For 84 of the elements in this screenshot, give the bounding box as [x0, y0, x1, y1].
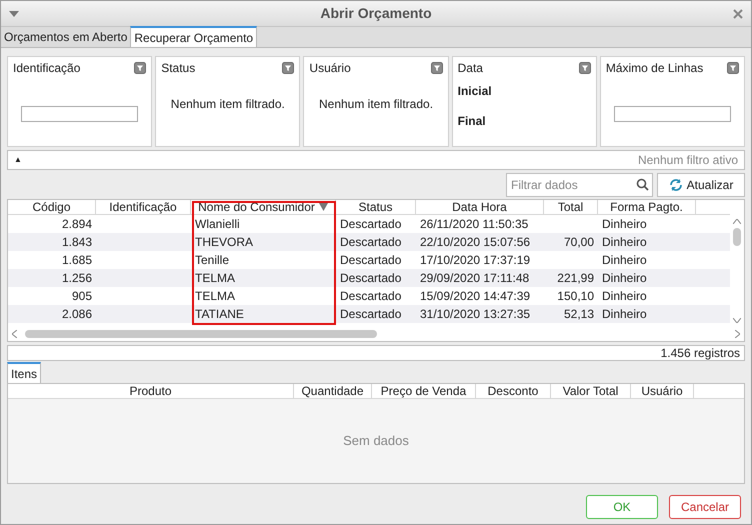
- table-cell: 1.843: [62, 235, 92, 249]
- table-cell: TELMA: [195, 271, 236, 285]
- table-cell: Descartado: [340, 217, 402, 231]
- table-cell: 2.894: [62, 217, 92, 231]
- table-cell: TATIANE: [195, 307, 244, 321]
- table-cell: 26/11/2020 11:50:35: [420, 217, 528, 231]
- close-icon[interactable]: [733, 8, 743, 18]
- date-label: Final: [458, 113, 487, 130]
- filter-title: Usuário: [309, 60, 351, 77]
- filter-icon[interactable]: [134, 62, 146, 74]
- search-field[interactable]: Filtrar dados: [506, 173, 653, 197]
- column-header[interactable]: Nome do Consumidor: [191, 200, 336, 214]
- filter-icon[interactable]: [430, 62, 443, 74]
- table-cell: Descartado: [340, 235, 402, 249]
- scrollbar-thumb[interactable]: [733, 228, 741, 246]
- column-header[interactable]: Total: [544, 200, 598, 214]
- table-cell: 17/10/2020 17:37:19: [420, 253, 530, 267]
- column-header[interactable]: Valor Total: [551, 384, 631, 398]
- record-count: 1.456 registros: [660, 345, 740, 362]
- column-header[interactable]: Status: [336, 200, 416, 214]
- search-icon[interactable]: [636, 178, 649, 191]
- table-cell: Dinheiro: [602, 253, 647, 267]
- date-label: Inicial: [458, 83, 493, 100]
- filter-icon[interactable]: [578, 62, 591, 74]
- column-header[interactable]: Usuário: [631, 384, 694, 398]
- table-cell: TELMA: [195, 289, 236, 303]
- menu-caret-icon[interactable]: [9, 10, 19, 16]
- tab[interactable]: Recuperar Orçamento: [130, 26, 258, 47]
- table-cell: 150,10: [557, 289, 594, 303]
- column-header[interactable]: Identificação: [96, 200, 191, 214]
- filter-icon[interactable]: [727, 62, 740, 74]
- column-header[interactable]: Quantidade: [294, 384, 372, 398]
- table-cell: 221,99: [557, 271, 594, 285]
- scroll-left-icon[interactable]: [12, 330, 17, 338]
- column-header[interactable]: Preço de Venda: [372, 384, 476, 398]
- column-header[interactable]: Forma Pagto.: [598, 200, 696, 214]
- scroll-down-icon[interactable]: [733, 318, 741, 323]
- table-cell: THEVORA: [195, 235, 254, 249]
- empty-state-text: Sem dados: [343, 432, 409, 450]
- table-cell: 29/09/2020 17:11:48: [420, 271, 530, 285]
- refresh-icon: [668, 178, 683, 192]
- filter-title: Identificação: [13, 60, 80, 77]
- table-cell: Descartado: [340, 307, 402, 321]
- input-field[interactable]: [614, 106, 731, 122]
- table-cell: Descartado: [340, 271, 402, 285]
- sort-arrow-icon: [318, 203, 328, 211]
- column-header[interactable]: Produto: [8, 384, 294, 398]
- table-cell: 22/10/2020 15:07:56: [420, 235, 530, 249]
- table-cell: 905: [72, 289, 92, 303]
- table-cell: 15/09/2020 14:47:39: [420, 289, 530, 303]
- column-header[interactable]: Código: [8, 200, 96, 214]
- empty-filter-text: Nenhum item filtrado.: [170, 96, 285, 112]
- table-cell: Dinheiro: [602, 235, 647, 249]
- table-cell: Tenille: [195, 253, 230, 267]
- tab[interactable]: Itens: [7, 362, 42, 383]
- scroll-right-icon[interactable]: [735, 330, 740, 338]
- cancel-button[interactable]: Cancelar: [669, 495, 741, 519]
- table-cell: Dinheiro: [602, 289, 647, 303]
- table-cell: Dinheiro: [602, 271, 647, 285]
- table-cell: Wlanielli: [195, 217, 240, 231]
- table-cell: 70,00: [564, 235, 594, 249]
- filter-title: Status: [161, 60, 196, 77]
- table-cell: Dinheiro: [602, 217, 647, 231]
- filter-title: Data: [458, 60, 483, 77]
- table-cell: 31/10/2020 13:27:35: [420, 307, 530, 321]
- table-cell: 2.086: [62, 307, 92, 321]
- table-cell: Dinheiro: [602, 307, 647, 321]
- empty-filter-text: Nenhum item filtrado.: [318, 96, 434, 112]
- column-header[interactable]: Data Hora: [416, 200, 544, 214]
- table-cell: 52,13: [564, 307, 594, 321]
- column-header[interactable]: Desconto: [476, 384, 551, 398]
- scroll-up-icon[interactable]: [733, 219, 741, 224]
- table-cell: 1.256: [62, 271, 92, 285]
- collapse-toggle[interactable]: ▲: [14, 154, 22, 166]
- filter-status: Nenhum filtro ativo: [638, 152, 738, 169]
- input-field[interactable]: [21, 106, 138, 122]
- window-title: Abrir Orçamento: [319, 4, 433, 23]
- refresh-button[interactable]: Atualizar: [657, 173, 745, 197]
- filter-icon[interactable]: [282, 62, 294, 74]
- table-cell: Descartado: [340, 253, 402, 267]
- scrollbar-thumb[interactable]: [25, 330, 377, 338]
- table-cell: Descartado: [340, 289, 402, 303]
- filter-title: Máximo de Linhas: [606, 60, 704, 77]
- table-cell: 1.685: [62, 253, 92, 267]
